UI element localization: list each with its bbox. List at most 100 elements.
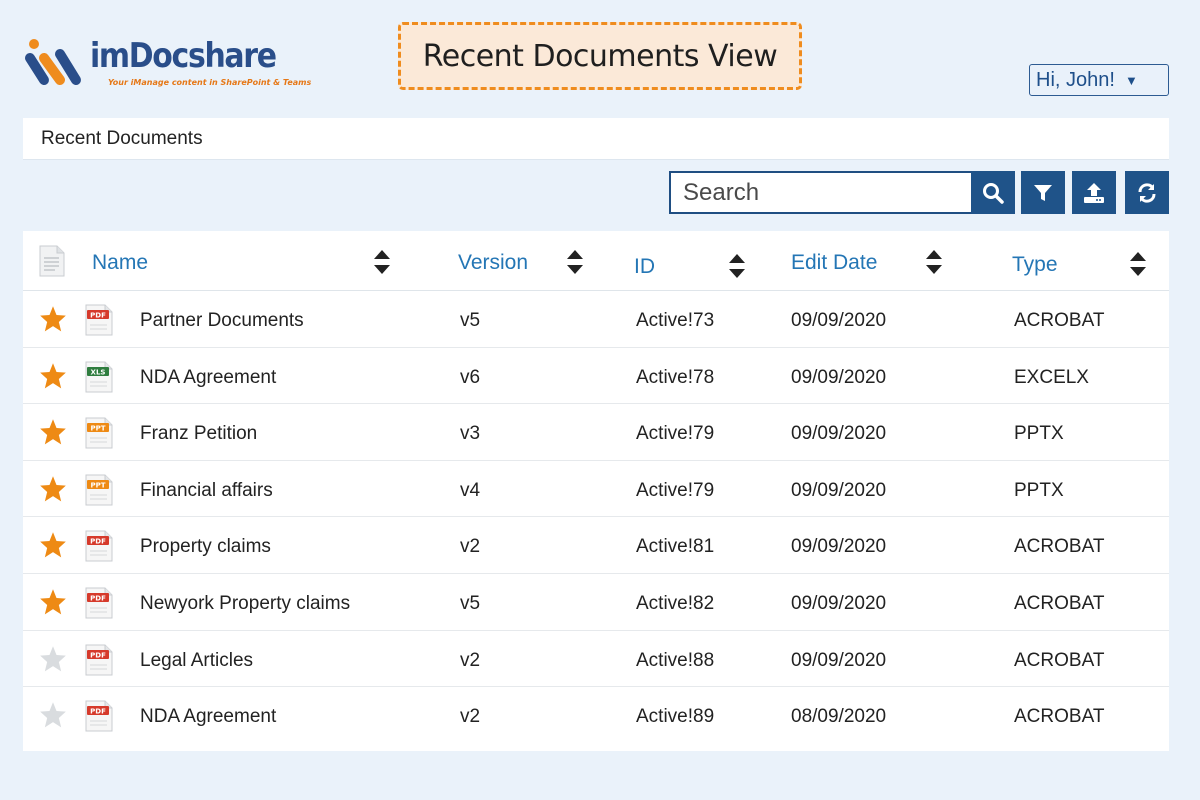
document-edit-date: 09/09/2020 xyxy=(791,423,887,445)
table-body: PDF Partner Documents v5 Active!73 09/09/202… xyxy=(23,291,1169,744)
star-empty-icon[interactable] xyxy=(39,645,67,677)
document-edit-date: 09/09/2020 xyxy=(791,366,887,388)
column-header-id[interactable]: ID xyxy=(634,255,655,279)
column-header-edit-date[interactable]: Edit Date xyxy=(791,251,877,275)
document-version: v4 xyxy=(460,479,481,501)
table-row[interactable]: PDF Newyork Property claims v5 Active!82 09/… xyxy=(23,574,1169,631)
document-id: Active!81 xyxy=(636,536,715,558)
ppt-file-icon: PPT xyxy=(85,474,113,511)
star-filled-icon[interactable] xyxy=(39,418,67,450)
document-type: ACROBAT xyxy=(1014,310,1105,331)
document-id: Active!89 xyxy=(636,706,715,728)
user-greeting: Hi, John! xyxy=(1036,68,1115,91)
svg-text:PDF: PDF xyxy=(90,538,106,546)
pdf-file-icon: PDF xyxy=(85,644,113,681)
document-id: Active!78 xyxy=(636,366,715,388)
table-row[interactable]: PPT Financial affairs v4 Active!79 09/09/202… xyxy=(23,461,1169,518)
document-name[interactable]: Newyork Property claims xyxy=(140,593,350,615)
document-name[interactable]: NDA Agreement xyxy=(140,367,276,389)
document-type: ACROBAT xyxy=(1014,592,1105,614)
section-header: Recent Documents xyxy=(23,118,1169,160)
document-type: ACROBAT xyxy=(1014,649,1105,671)
document-version: v5 xyxy=(460,592,481,614)
refresh-icon xyxy=(1138,182,1156,203)
sort-version-icon[interactable] xyxy=(566,249,584,280)
document-id: Active!79 xyxy=(636,423,715,445)
table-row[interactable]: XLS NDA Agreement v6 Active!78 09/09/2020 EXC… xyxy=(23,348,1169,405)
document-name[interactable]: Franz Petition xyxy=(140,423,257,445)
logo-tagline: Your iManage content in SharePoint & Tea… xyxy=(108,78,312,87)
sort-name-icon[interactable] xyxy=(373,249,391,280)
refresh-button[interactable] xyxy=(1125,171,1169,214)
sort-id-icon[interactable] xyxy=(728,253,746,284)
imdocshare-logo: imDocshare Your iManage content in Share… xyxy=(22,36,311,90)
document-icon xyxy=(39,245,65,282)
column-header-name[interactable]: Name xyxy=(92,251,148,275)
document-type: ACROBAT xyxy=(1014,706,1105,728)
svg-text:PDF: PDF xyxy=(90,311,106,319)
documents-table: Name Version ID Edit Date Type PDF Partne… xyxy=(23,231,1169,751)
table-row[interactable]: PDF Partner Documents v5 Active!73 09/09/202… xyxy=(23,291,1169,348)
logo-name: imDocshare xyxy=(90,36,277,76)
svg-text:PDF: PDF xyxy=(90,651,106,659)
star-filled-icon[interactable] xyxy=(39,588,67,620)
document-name[interactable]: Financial affairs xyxy=(140,480,273,502)
search-icon xyxy=(983,182,1004,204)
svg-text:PPT: PPT xyxy=(90,481,105,489)
document-type: PPTX xyxy=(1014,479,1064,501)
column-header-version[interactable]: Version xyxy=(458,251,528,275)
filter-button[interactable] xyxy=(1021,171,1065,214)
document-version: v6 xyxy=(460,366,481,388)
search-button[interactable] xyxy=(971,171,1015,214)
document-name[interactable]: NDA Agreement xyxy=(140,706,276,728)
user-menu-button[interactable]: Hi, John! ▼ xyxy=(1029,64,1169,96)
svg-text:XLS: XLS xyxy=(91,368,106,376)
document-edit-date: 09/09/2020 xyxy=(791,649,887,671)
section-title: Recent Documents xyxy=(41,127,203,149)
column-header-type[interactable]: Type xyxy=(1012,253,1058,277)
ppt-file-icon: PPT xyxy=(85,417,113,454)
star-filled-icon[interactable] xyxy=(39,475,67,507)
document-id: Active!82 xyxy=(636,592,715,614)
document-version: v3 xyxy=(460,423,481,445)
sort-type-icon[interactable] xyxy=(1129,251,1147,282)
document-type: PPTX xyxy=(1014,423,1064,445)
document-edit-date: 09/09/2020 xyxy=(791,310,887,331)
document-type: ACROBAT xyxy=(1014,536,1105,558)
document-version: v5 xyxy=(460,310,481,331)
document-name[interactable]: Legal Articles xyxy=(140,650,253,672)
upload-button[interactable] xyxy=(1072,171,1116,214)
document-version: v2 xyxy=(460,649,481,671)
logo-mark-icon xyxy=(25,39,81,85)
pdf-file-icon: PDF xyxy=(85,587,113,624)
star-filled-icon[interactable] xyxy=(39,531,67,563)
document-id: Active!88 xyxy=(636,649,715,671)
document-edit-date: 09/09/2020 xyxy=(791,536,887,558)
view-title: Recent Documents View xyxy=(398,22,802,90)
document-name[interactable]: Property claims xyxy=(140,536,271,558)
document-name[interactable]: Partner Documents xyxy=(140,310,304,332)
star-filled-icon[interactable] xyxy=(39,305,67,337)
document-edit-date: 08/09/2020 xyxy=(791,706,887,728)
filter-icon xyxy=(1034,184,1052,201)
upload-icon xyxy=(1084,182,1104,203)
caret-down-icon: ▼ xyxy=(1124,72,1138,88)
sort-edit-date-icon[interactable] xyxy=(925,249,943,280)
table-row[interactable]: PDF NDA Agreement v2 Active!89 08/09/2020 ACR… xyxy=(23,687,1169,744)
pdf-file-icon: PDF xyxy=(85,304,113,341)
document-type: EXCELX xyxy=(1014,366,1089,388)
table-row[interactable]: PDF Legal Articles v2 Active!88 09/09/2020 AC… xyxy=(23,631,1169,688)
table-row[interactable]: PDF Property claims v2 Active!81 09/09/2020 A… xyxy=(23,517,1169,574)
document-id: Active!73 xyxy=(636,310,715,331)
svg-text:PDF: PDF xyxy=(90,594,106,602)
table-header: Name Version ID Edit Date Type xyxy=(23,231,1169,291)
document-edit-date: 09/09/2020 xyxy=(791,592,887,614)
document-version: v2 xyxy=(460,706,481,728)
svg-text:PPT: PPT xyxy=(90,424,105,432)
table-row[interactable]: PPT Franz Petition v3 Active!79 09/09/2020 PP… xyxy=(23,404,1169,461)
search-input[interactable] xyxy=(669,171,973,214)
svg-text:PDF: PDF xyxy=(90,707,106,715)
star-empty-icon[interactable] xyxy=(39,701,67,733)
star-filled-icon[interactable] xyxy=(39,362,67,394)
pdf-file-icon: PDF xyxy=(85,700,113,737)
